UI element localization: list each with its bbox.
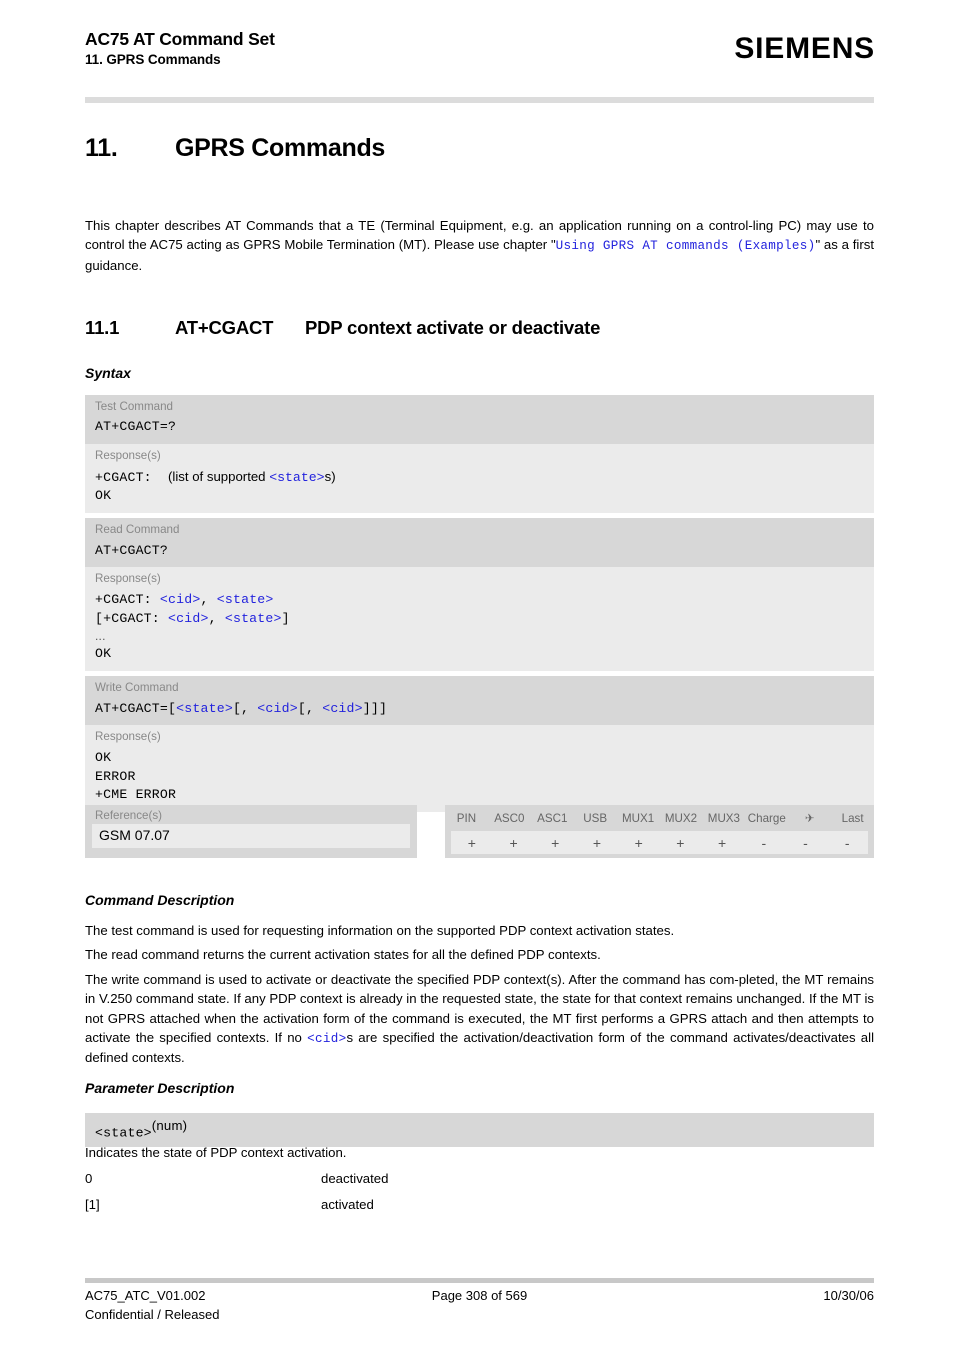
section-number: 11.1 <box>85 317 120 338</box>
response-line: OK <box>95 488 112 504</box>
command-description-paragraph-read: The read command returns the current act… <box>85 947 601 962</box>
response-line: OK <box>95 749 112 765</box>
read-command-band: Read Command AT+CGACT? <box>85 518 874 568</box>
capability-col-mux3: MUX3 <box>707 811 740 825</box>
read-command-label: Read Command <box>95 523 180 537</box>
intro-cross-reference-link[interactable]: Using GPRS AT commands (Examples) <box>556 239 816 253</box>
parameter-value-meaning: deactivated <box>321 1171 389 1186</box>
capability-values-row: + + + + + + + - - - <box>451 831 868 854</box>
response-line: OK <box>95 646 112 662</box>
parameter-description-heading: Parameter Description <box>85 1080 235 1096</box>
response-line: +CME ERROR <box>95 787 177 803</box>
capability-value-charge: - <box>761 834 767 851</box>
response-line: ERROR <box>95 768 136 784</box>
parameter-value-key: [1] <box>85 1197 100 1212</box>
command-description-heading: Command Description <box>85 892 235 908</box>
footer-document-id: AC75_ATC_V01.002 <box>85 1288 206 1303</box>
chapter-title: GPRS Commands <box>175 134 386 162</box>
write-response-band: Response(s) OK ERROR +CME ERROR <box>85 725 874 813</box>
response-line: [+CGACT: <cid>, <state>] <box>95 610 290 626</box>
page-header: AC75 AT Command Set 11. GPRS Commands SI… <box>85 28 875 69</box>
siemens-logo: SIEMENS <box>734 32 875 65</box>
section-command-name: AT+CGACT <box>175 317 274 338</box>
command-description-paragraph-write: The write command is used to activate or… <box>85 970 874 1067</box>
write-command-band: Write Command AT+CGACT=[<state>[, <cid>[… <box>85 676 874 726</box>
write-command-label: Write Command <box>95 681 179 695</box>
write-response-code: OK ERROR +CME ERROR <box>85 747 874 812</box>
document-page: AC75 AT Command Set 11. GPRS Commands SI… <box>0 0 954 1351</box>
capability-block: PIN ASC0 ASC1 USB MUX1 MUX2 MUX3 Charge … <box>445 805 874 858</box>
read-command-code: AT+CGACT? <box>95 542 169 558</box>
read-response-code: +CGACT: <cid>, <state> [+CGACT: <cid>, <… <box>85 589 874 671</box>
test-command-code: AT+CGACT=? <box>95 419 177 435</box>
capability-col-charge: Charge <box>747 811 786 825</box>
capability-value-mux3: + <box>717 834 727 851</box>
write-response-label: Response(s) <box>95 730 161 744</box>
capability-col-pin: PIN <box>456 811 477 825</box>
capability-value-airplane: - <box>803 834 808 851</box>
footer-divider <box>85 1278 874 1283</box>
write-command-code: AT+CGACT=[<state>[, <cid>[, <cid>]]] <box>95 700 388 716</box>
capability-value-asc1: + <box>551 834 560 851</box>
capability-value-mux1: + <box>634 834 643 851</box>
capability-header-row: PIN ASC0 ASC1 USB MUX1 MUX2 MUX3 Charge … <box>445 805 874 831</box>
document-subtitle: 11. GPRS Commands <box>85 52 221 68</box>
chapter-number: 11. <box>85 134 118 162</box>
footer-classification: Confidential / Released <box>85 1307 220 1322</box>
test-response-label: Response(s) <box>95 449 161 463</box>
parameter-description-text: Indicates the state of PDP context activ… <box>85 1145 347 1160</box>
syntax-block-test: Test Command AT+CGACT=? Response(s) +CGA… <box>85 395 874 514</box>
header-divider <box>85 97 874 103</box>
read-response-band: Response(s) +CGACT: <cid>, <state> [+CGA… <box>85 567 874 672</box>
parameter-value-meaning: activated <box>321 1197 374 1212</box>
command-description-paragraph-test: The test command is used for requesting … <box>85 923 675 938</box>
capability-value-pin: + <box>467 834 476 851</box>
parameter-type: (num) <box>151 1118 188 1133</box>
header-titles: AC75 AT Command Set 11. GPRS Commands <box>85 28 275 69</box>
test-command-band: Test Command AT+CGACT=? <box>85 395 874 445</box>
reference-capability-table: Reference(s) GSM 07.07 PIN ASC0 ASC1 USB… <box>85 805 874 858</box>
parameter-value-row: [1] activated <box>85 1197 874 1212</box>
capability-col-mux1: MUX1 <box>621 811 655 825</box>
footer-page-number: Page 308 of 569 <box>431 1288 528 1303</box>
page-footer: AC75_ATC_V01.002 Page 308 of 569 10/30/0… <box>85 1288 874 1326</box>
response-line: +CGACT: <cid>, <state> <box>95 591 274 607</box>
footer-date: 10/30/06 <box>823 1288 874 1303</box>
response-line: +CGACT: (list of supported <state>s) <box>95 468 336 485</box>
capability-col-mux2: MUX2 <box>664 811 698 825</box>
parameter-name: <state> <box>95 1125 152 1141</box>
chapter-heading: 11. GPRS Commands <box>85 134 385 163</box>
syntax-table: Test Command AT+CGACT=? Response(s) +CGA… <box>85 395 874 817</box>
capability-col-last: Last <box>841 811 864 825</box>
cid-reference-link[interactable]: <cid> <box>307 1032 346 1046</box>
capability-col-asc1: ASC1 <box>537 811 568 825</box>
parameter-value-key: 0 <box>85 1171 93 1186</box>
capability-value-mux2: + <box>676 834 685 851</box>
document-title: AC75 AT Command Set <box>85 29 275 49</box>
response-line: ... <box>95 629 106 644</box>
reference-value: GSM 07.07 <box>92 824 410 849</box>
capability-value-asc0: + <box>509 834 518 851</box>
test-command-label: Test Command <box>95 400 173 413</box>
capability-value-usb: + <box>592 834 602 851</box>
section-title: PDP context activate or deactivate <box>305 317 601 338</box>
syntax-block-write: Write Command AT+CGACT=[<state>[, <cid>[… <box>85 676 874 813</box>
syntax-heading: Syntax <box>85 365 131 381</box>
test-response-code: +CGACT: (list of supported <state>s) OK <box>85 466 874 513</box>
chapter-intro: This chapter describes AT Commands that … <box>85 216 874 275</box>
airplane-icon: ✈ <box>804 812 815 825</box>
syntax-block-read: Read Command AT+CGACT? Response(s) +CGAC… <box>85 518 874 672</box>
test-response-band: Response(s) +CGACT: (list of supported <… <box>85 444 874 514</box>
section-heading: 11.1 AT+CGACT PDP context activate or deac… <box>85 317 600 339</box>
read-response-label: Response(s) <box>95 572 161 586</box>
capability-col-asc0: ASC0 <box>494 811 525 825</box>
reference-block: Reference(s) GSM 07.07 <box>85 805 417 858</box>
capability-value-last: - <box>844 834 850 851</box>
parameter-name-band: <state>(num) <box>85 1113 874 1148</box>
parameter-value-row: 0 deactivated <box>85 1171 874 1186</box>
capability-col-usb: USB <box>583 811 608 825</box>
reference-label: Reference(s) <box>95 809 163 822</box>
